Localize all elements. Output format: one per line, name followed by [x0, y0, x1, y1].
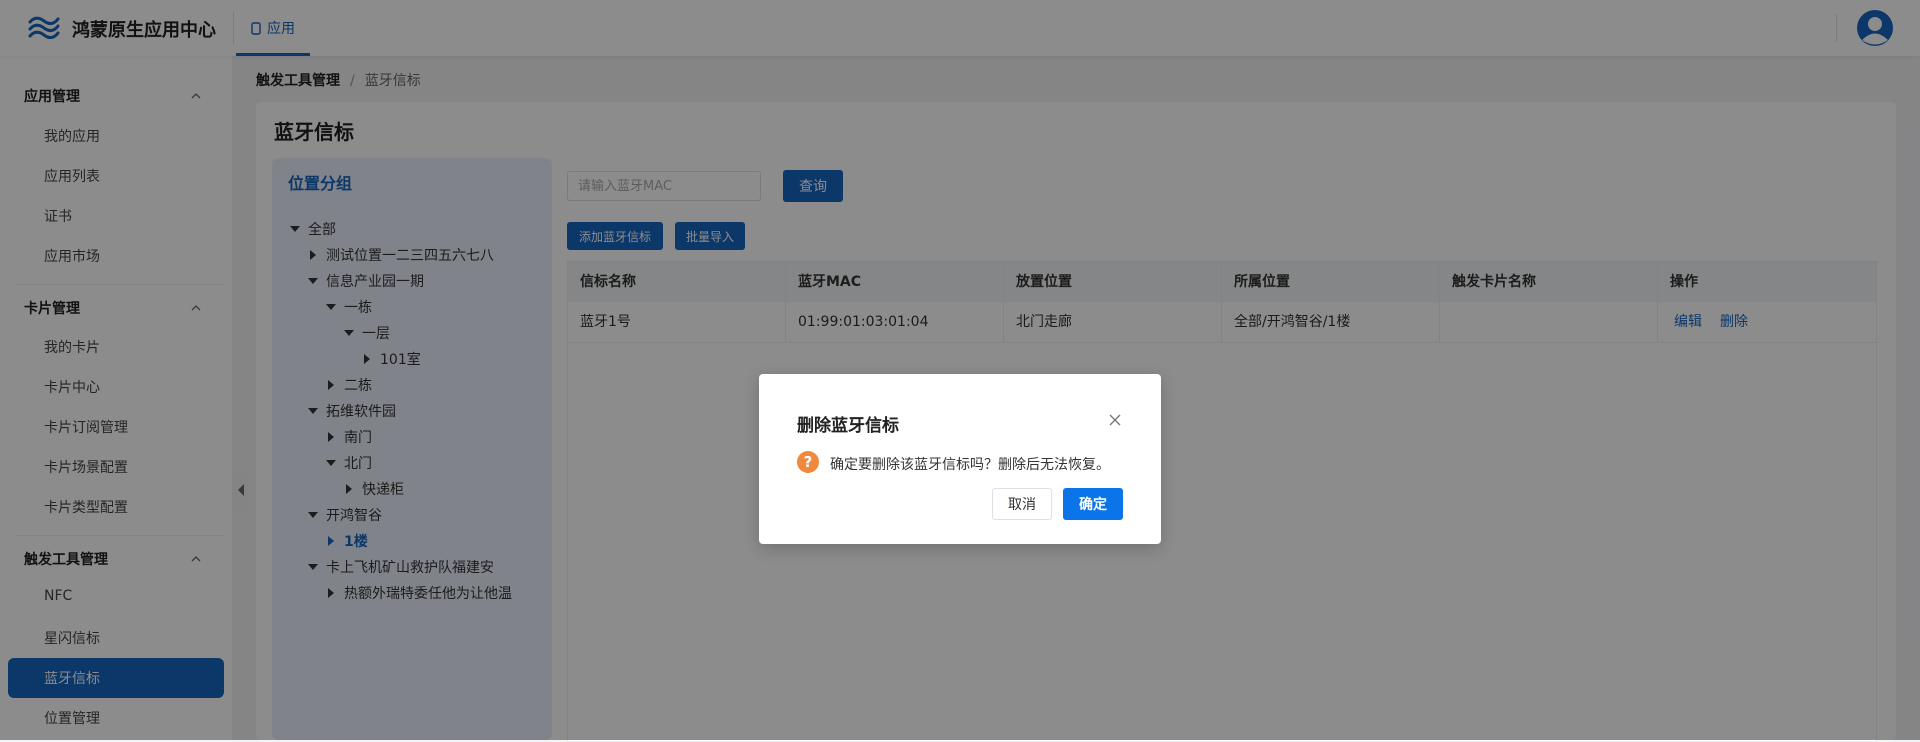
close-icon[interactable]	[1107, 412, 1123, 428]
confirm-button[interactable]: 确定	[1063, 488, 1123, 520]
question-icon: ?	[797, 451, 819, 473]
dialog-message: 确定要删除该蓝牙信标吗？删除后无法恢复。	[830, 457, 1110, 473]
modal-overlay[interactable]	[0, 0, 1920, 740]
dialog-title: 删除蓝牙信标	[797, 416, 899, 436]
cancel-button[interactable]: 取消	[992, 488, 1052, 520]
delete-confirm-dialog: 删除蓝牙信标 ? 确定要删除该蓝牙信标吗？删除后无法恢复。 取消 确定	[759, 374, 1161, 544]
